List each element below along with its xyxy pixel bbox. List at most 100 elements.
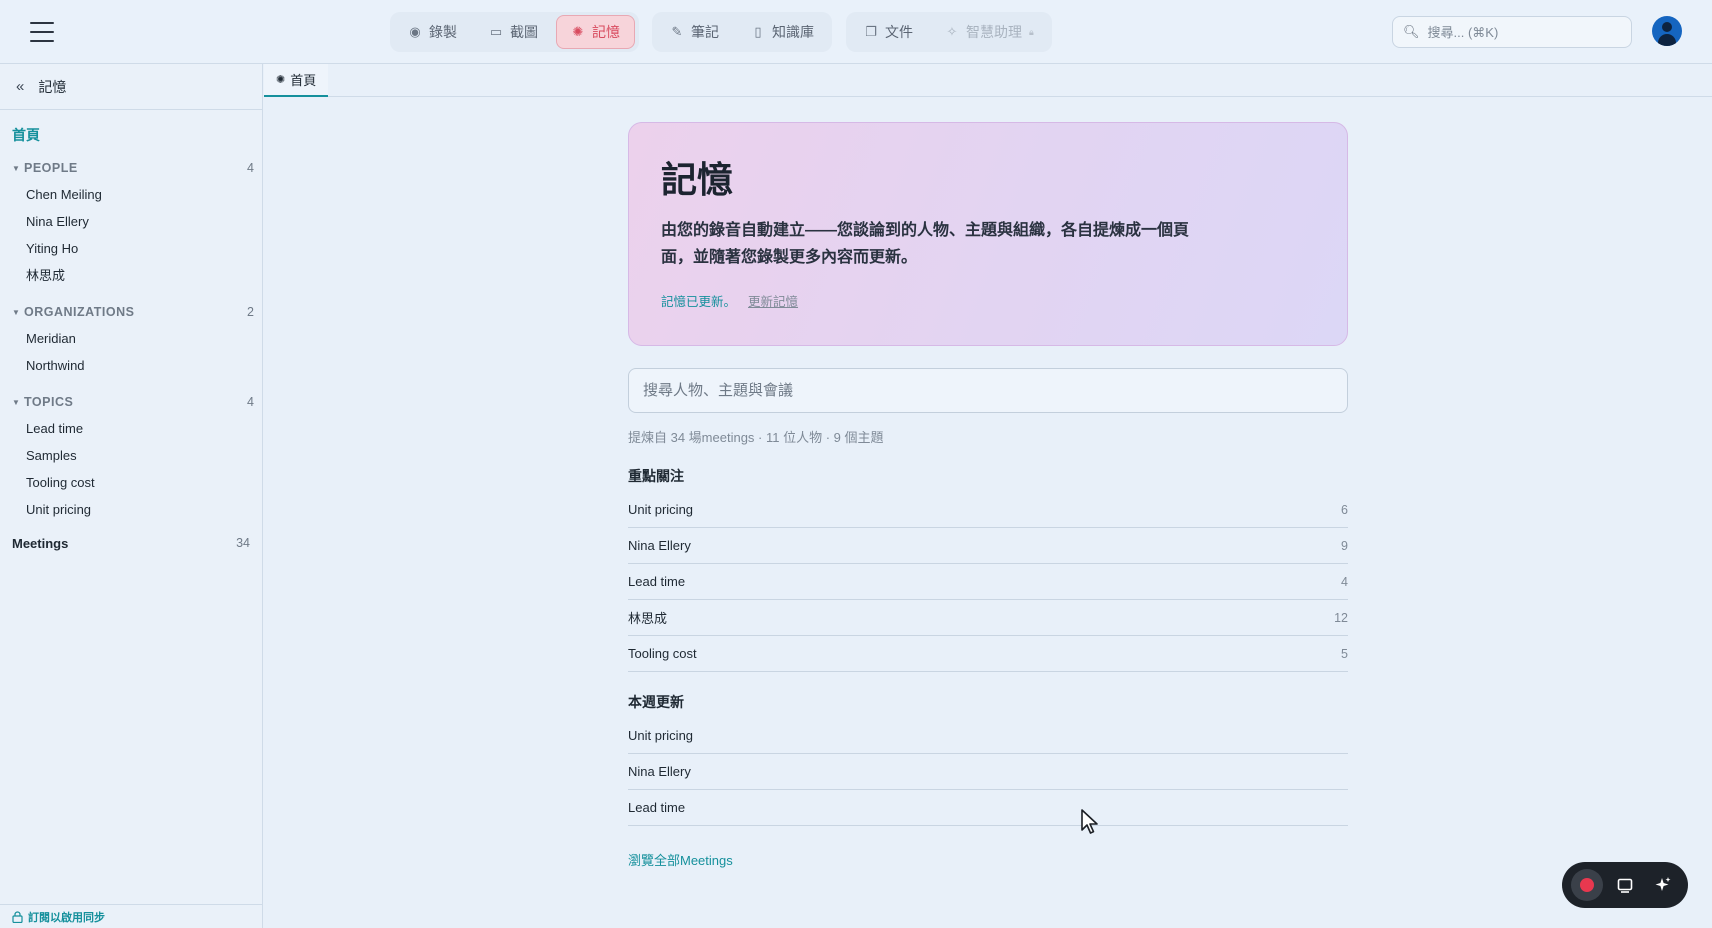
memory-icon: ✺ bbox=[572, 24, 584, 39]
record-dot-icon bbox=[1580, 878, 1594, 892]
focus-row-label: Unit pricing bbox=[628, 502, 694, 517]
book-icon: ▯ bbox=[754, 24, 762, 39]
memory-search[interactable] bbox=[628, 368, 1348, 413]
nav-item-label: 文件 bbox=[885, 24, 913, 40]
sidebar-meetings-count: 34 bbox=[236, 536, 250, 550]
screenshot-icon bbox=[1617, 878, 1633, 893]
sidebar-meetings-label: Meetings bbox=[12, 535, 69, 551]
weekly-row-label: Nina Ellery bbox=[628, 764, 691, 779]
focus-row[interactable]: Nina Ellery 9 bbox=[628, 528, 1348, 564]
nav-group-tools: ❐ 文件 ✧ 智慧助理 🔒︎ bbox=[846, 12, 1052, 52]
memory-stats: 提煉自 34 場meetings · 11 位人物 · 9 個主題 bbox=[628, 430, 884, 445]
sidebar-item-meetings[interactable]: Meetings 34 bbox=[0, 533, 262, 553]
page-title: 記憶 bbox=[661, 160, 734, 201]
sidebar-section-count: 2 bbox=[247, 305, 254, 319]
avatar[interactable] bbox=[1652, 16, 1682, 46]
memory-search-input[interactable] bbox=[643, 382, 1333, 399]
sidebar-item[interactable]: Yiting Ho bbox=[0, 235, 262, 262]
lock-icon bbox=[12, 910, 23, 923]
weekly-row[interactable]: Unit pricing bbox=[628, 718, 1348, 754]
focus-row-count: 12 bbox=[1334, 610, 1348, 625]
floating-toolbar bbox=[1562, 862, 1688, 908]
sidebar-title: 記憶 bbox=[38, 78, 67, 95]
focus-row-label: Lead time bbox=[628, 574, 686, 589]
screenshot-button[interactable] bbox=[1609, 869, 1641, 901]
nav-item-screenshot[interactable]: ▭ 截圖 bbox=[475, 15, 552, 49]
global-search[interactable]: 🔍︎ bbox=[1392, 16, 1632, 48]
collapse-sidebar-icon[interactable]: « bbox=[16, 78, 24, 95]
assistant-icon: ✧ bbox=[946, 24, 958, 39]
nav-item-notes[interactable]: ✎ 筆記 bbox=[656, 15, 733, 49]
notes-icon: ✎ bbox=[671, 24, 683, 39]
global-search-input[interactable] bbox=[1427, 24, 1618, 40]
sidebar-section-name: TOPICS bbox=[24, 395, 74, 409]
focus-section-title: 重點關注 bbox=[628, 468, 684, 484]
sparkle-icon bbox=[1655, 877, 1671, 891]
sidebar-item[interactable]: Chen Meiling bbox=[0, 181, 262, 208]
assistant-button[interactable] bbox=[1647, 869, 1679, 901]
focus-row-label: Tooling cost bbox=[628, 646, 697, 661]
sidebar-item[interactable]: Nina Ellery bbox=[0, 208, 262, 235]
refresh-memory-link[interactable]: 更新記憶 bbox=[748, 291, 798, 310]
weekly-row[interactable]: Nina Ellery bbox=[628, 754, 1348, 790]
menu-icon[interactable] bbox=[30, 22, 54, 42]
focus-row-count: 6 bbox=[1341, 502, 1348, 517]
sidebar-sections: ▼ PEOPLE 4 Chen Meiling Nina Ellery Yiting Ho… bbox=[0, 159, 262, 523]
tab-home[interactable]: ✺ 首頁 bbox=[264, 64, 329, 97]
record-icon: ◉ bbox=[409, 24, 421, 39]
subscribe-sync-link[interactable]: 訂閱以啟用同步 bbox=[0, 904, 262, 928]
hero-meta: 記憶已更新。 更新記憶 bbox=[661, 291, 1315, 310]
sidebar-section-header[interactable]: ▼ TOPICS 4 bbox=[0, 393, 262, 411]
browse-all-meetings-link[interactable]: 瀏覽全部Meetings bbox=[628, 850, 733, 869]
nav-item-record[interactable]: ◉ 錄製 bbox=[394, 15, 471, 49]
documents-icon: ❐ bbox=[865, 24, 877, 39]
search-icon: 🔍︎ bbox=[1403, 24, 1420, 39]
sidebar: « 記憶 首頁 ▼ PEOPLE 4 Chen Meiling Nina Ellery Y… bbox=[0, 64, 263, 928]
sidebar-section-count: 4 bbox=[247, 161, 254, 175]
nav-item-book[interactable]: ▯ 知識庫 bbox=[737, 15, 828, 49]
nav-item-label: 截圖 bbox=[510, 24, 538, 40]
sidebar-item-home[interactable]: 首頁 bbox=[12, 125, 262, 145]
focus-row[interactable]: Tooling cost 5 bbox=[628, 636, 1348, 672]
weekly-row-label: Unit pricing bbox=[628, 728, 694, 743]
tab-home-label: 首頁 bbox=[290, 73, 317, 88]
weekly-list: Unit pricing Nina Ellery Lead time bbox=[628, 718, 1348, 826]
sidebar-section-name: PEOPLE bbox=[24, 161, 78, 175]
weekly-row[interactable]: Lead time bbox=[628, 790, 1348, 826]
top-bar: ◉ 錄製 ▭ 截圖 ✺ 記憶 ✎ 筆記 ▯ 知識庫 ❐ 文件 ✧ 智慧助理 🔒︎ 🔍︎ bbox=[0, 0, 1712, 64]
subscribe-sync-label: 訂閱以啟用同步 bbox=[28, 911, 105, 924]
sidebar-section-organizations: ▼ ORGANIZATIONS 2 Meridian Northwind bbox=[0, 303, 262, 379]
sidebar-item[interactable]: Lead time bbox=[0, 415, 262, 442]
sidebar-item[interactable]: Meridian bbox=[0, 325, 262, 352]
sidebar-header: « 記憶 bbox=[0, 64, 262, 110]
focus-row[interactable]: Unit pricing 6 bbox=[628, 492, 1348, 528]
chevron-down-icon: ▼ bbox=[12, 163, 20, 173]
record-button[interactable] bbox=[1571, 869, 1603, 901]
focus-row[interactable]: 林思成 12 bbox=[628, 600, 1348, 636]
nav-item-memory[interactable]: ✺ 記憶 bbox=[556, 15, 635, 49]
memory-icon: ✺ bbox=[276, 74, 286, 86]
sidebar-item[interactable]: Northwind bbox=[0, 352, 262, 379]
nav-item-label: 記憶 bbox=[592, 24, 620, 40]
chevron-down-icon: ▼ bbox=[12, 307, 20, 317]
sidebar-item[interactable]: Samples bbox=[0, 442, 262, 469]
focus-row-label: 林思成 bbox=[628, 611, 668, 626]
nav-item-label: 智慧助理 bbox=[966, 24, 1022, 40]
focus-row-count: 4 bbox=[1341, 574, 1348, 589]
sidebar-section-header[interactable]: ▼ PEOPLE 4 bbox=[0, 159, 262, 177]
lock-icon: 🔒︎ bbox=[1029, 26, 1034, 37]
sidebar-item[interactable]: Unit pricing bbox=[0, 496, 262, 523]
sidebar-item[interactable]: 林思成 bbox=[0, 262, 262, 289]
tab-strip: ✺ 首頁 bbox=[264, 64, 1712, 97]
weekly-row-label: Lead time bbox=[628, 800, 686, 815]
memory-status: 記憶已更新。 bbox=[661, 295, 737, 309]
main-content: 記憶 由您的錄音自動建立——您談論到的人物、主題與組織，各自提煉成一個頁面，並隨… bbox=[628, 122, 1348, 869]
focus-row[interactable]: Lead time 4 bbox=[628, 564, 1348, 600]
nav-group-capture: ◉ 錄製 ▭ 截圖 ✺ 記憶 bbox=[390, 12, 639, 52]
nav-item-label: 錄製 bbox=[429, 24, 457, 40]
nav-item-documents[interactable]: ❐ 文件 bbox=[850, 15, 927, 49]
sidebar-section-header[interactable]: ▼ ORGANIZATIONS 2 bbox=[0, 303, 262, 321]
nav-item-label: 筆記 bbox=[691, 24, 719, 40]
sidebar-item[interactable]: Tooling cost bbox=[0, 469, 262, 496]
focus-row-label: Nina Ellery bbox=[628, 538, 691, 553]
